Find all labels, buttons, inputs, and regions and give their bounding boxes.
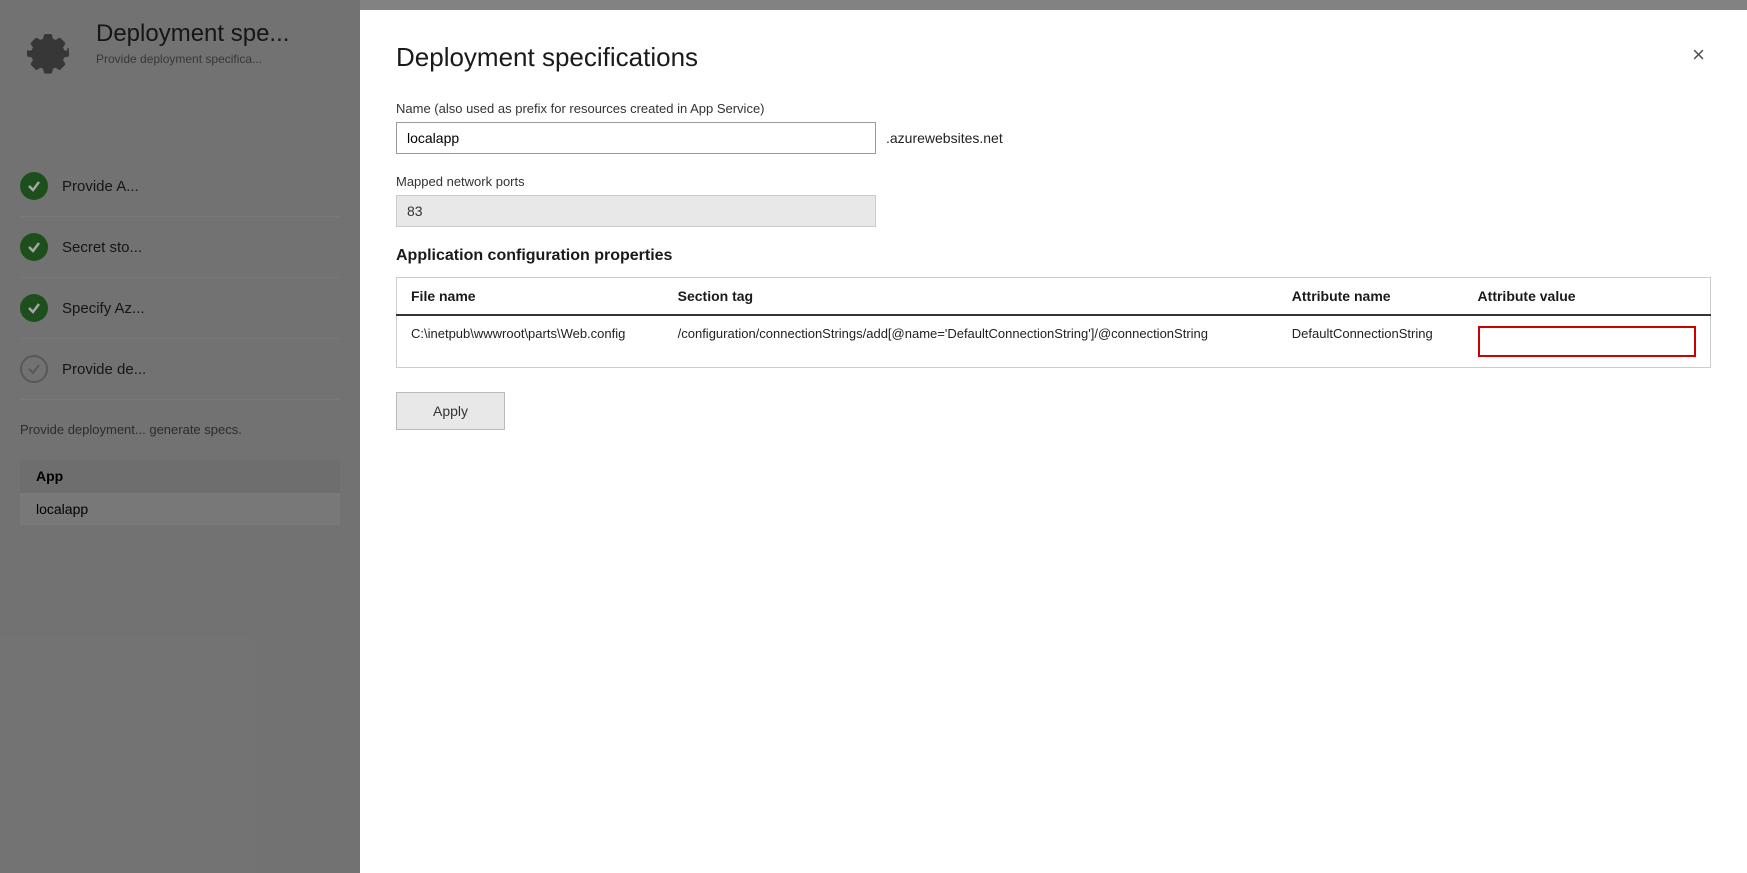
- config-table-head: File name Section tag Attribute name Att…: [397, 278, 1711, 316]
- col-attribute-value: Attribute value: [1464, 278, 1711, 316]
- table-row: C:\inetpub\wwwroot\parts\Web.config /con…: [397, 315, 1711, 368]
- ports-field-group: Mapped network ports: [396, 174, 1711, 227]
- cell-section-tag: /configuration/connectionStrings/add[@na…: [664, 315, 1278, 368]
- ports-label: Mapped network ports: [396, 174, 1711, 189]
- config-section: Application configuration properties Fil…: [396, 247, 1711, 368]
- name-row: .azurewebsites.net: [396, 122, 1711, 154]
- modal-header: Deployment specifications ×: [396, 42, 1711, 73]
- modal-dialog: Deployment specifications × Name (also u…: [360, 10, 1747, 873]
- col-section-tag: Section tag: [664, 278, 1278, 316]
- ports-input[interactable]: [396, 195, 876, 227]
- name-field-group: Name (also used as prefix for resources …: [396, 101, 1711, 154]
- config-table-header-row: File name Section tag Attribute name Att…: [397, 278, 1711, 316]
- col-attribute-name: Attribute name: [1278, 278, 1464, 316]
- close-button[interactable]: ×: [1686, 42, 1711, 68]
- cell-attribute-name: DefaultConnectionString: [1278, 315, 1464, 368]
- name-label: Name (also used as prefix for resources …: [396, 101, 1711, 116]
- attribute-value-input[interactable]: [1478, 326, 1696, 357]
- config-table-body: C:\inetpub\wwwroot\parts\Web.config /con…: [397, 315, 1711, 368]
- modal-title: Deployment specifications: [396, 42, 698, 73]
- config-table: File name Section tag Attribute name Att…: [396, 277, 1711, 368]
- cell-attribute-value: [1464, 315, 1711, 368]
- cell-file-name: C:\inetpub\wwwroot\parts\Web.config: [397, 315, 664, 368]
- col-file-name: File name: [397, 278, 664, 316]
- name-input[interactable]: [396, 122, 876, 154]
- apply-button[interactable]: Apply: [396, 392, 505, 430]
- domain-suffix: .azurewebsites.net: [886, 130, 1003, 146]
- config-section-title: Application configuration properties: [396, 247, 1711, 265]
